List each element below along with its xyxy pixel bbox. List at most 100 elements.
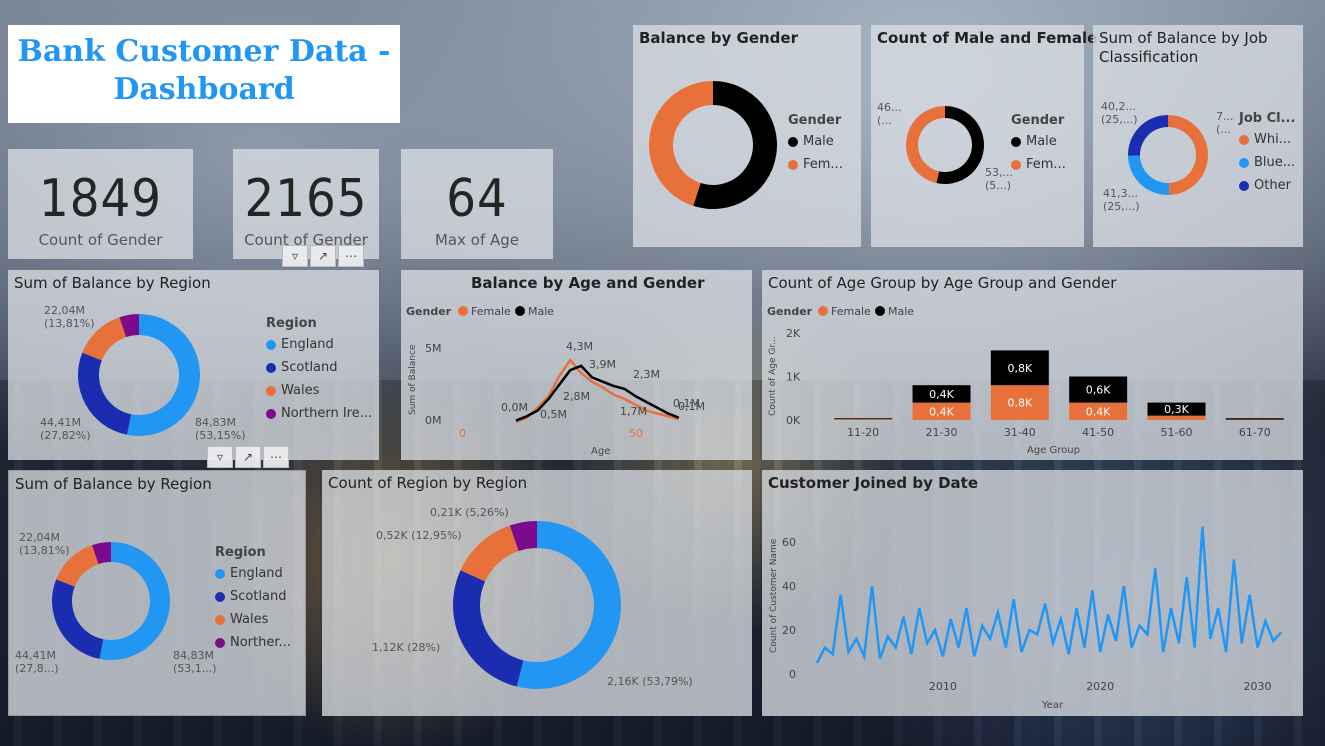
count-region-panel[interactable]: Count of Region by Region 0,21K (5,26%) … (322, 470, 752, 716)
donut-slice-white-collar[interactable] (1168, 115, 1208, 195)
data-label-england: 2,16K (53,79%) (607, 675, 693, 688)
legend-item-female[interactable]: Fem... (1011, 157, 1066, 172)
donut-slice-scotland[interactable] (51, 579, 104, 659)
legend-item-white-collar[interactable]: Whi... (1239, 132, 1295, 147)
legend: Gender Male Fem... (1011, 113, 1066, 172)
data-label: 2,3M (633, 368, 660, 381)
legend-item-northern-ireland[interactable]: Northern Ire... (266, 406, 372, 421)
y-axis-label: Sum of Balance (408, 344, 418, 415)
panel-title: Sum of Balance by Job Classification (1099, 29, 1268, 66)
panel-title: Sum of Balance by Region (15, 475, 212, 493)
bar-female-51-60[interactable] (1147, 415, 1206, 420)
x-tick-label: 21-30 (926, 426, 958, 439)
legend-item-wales[interactable]: Wales (215, 612, 291, 627)
data-label-male: 53,... (5...) (985, 166, 1013, 192)
kpi-card-count-gender-1[interactable]: 1849 Count of Gender (8, 149, 193, 259)
legend: Job Cl... Whi... Blue... Other (1239, 111, 1296, 193)
y-tick-label: 5M (425, 342, 442, 355)
balance-by-job-panel[interactable]: Sum of Balance by Job Classification 40,2… (1093, 25, 1303, 247)
count-age-group-bar-chart[interactable]: Gender Female Male 0K 1K 2K Count of Age Gr...… (762, 270, 1303, 460)
balance-by-region-panel-2[interactable]: Sum of Balance by Region 22,04M (13,81%) … (8, 470, 306, 716)
x-tick-label: 50 (629, 427, 643, 440)
balance-by-job-donut[interactable] (1127, 114, 1209, 196)
balance-by-age-line-chart[interactable]: Gender Female Male 5M 0M Sum of Balance 0 50 Age… (401, 270, 752, 460)
donut-slice-wales[interactable] (460, 525, 519, 582)
focus-mode-icon[interactable]: ↗ (310, 245, 336, 267)
x-tick-label: 2030 (1244, 680, 1272, 693)
legend-item-england[interactable]: England (215, 566, 291, 581)
more-options-icon[interactable]: ⋯ (338, 245, 364, 267)
count-age-group-panel[interactable]: Count of Age Group by Age Group and Gend… (762, 270, 1303, 460)
data-label-white-collar: 41,3... (25,...) (1103, 187, 1140, 213)
donut-slice-scotland[interactable] (453, 570, 524, 687)
data-label-wales: 0,52K (12,95%) (376, 529, 462, 542)
data-label: 1,7M (620, 405, 647, 418)
legend-item-male[interactable]: Male (888, 305, 914, 318)
y-tick-label: 60 (782, 536, 796, 549)
legend-dot-male (515, 306, 525, 316)
visual-header-controls-2: ▿ ↗ ⋯ (207, 446, 289, 468)
kpi-value: 1849 (38, 169, 163, 229)
balance-by-age-gender-panel[interactable]: Balance by Age and Gender Gender Female Ma… (401, 270, 752, 460)
legend-item-male[interactable]: Male (1011, 134, 1066, 149)
legend-dot-female (818, 306, 828, 316)
legend-item-other[interactable]: Other (1239, 178, 1295, 193)
data-label-female: 0,4K (1086, 405, 1111, 418)
legend: Gender Male Fem... (788, 113, 843, 172)
kpi-card-max-age[interactable]: 64 Max of Age (401, 149, 553, 259)
balance-by-gender-donut[interactable] (648, 80, 778, 210)
data-label-female: 0,8K (1007, 397, 1032, 410)
legend-item-female[interactable]: Fem... (788, 157, 843, 172)
x-tick-label: 61-70 (1239, 426, 1271, 439)
data-label: 2,8M (563, 390, 590, 403)
legend-dot-male (875, 306, 885, 316)
balance-by-region-donut-1[interactable] (77, 313, 201, 437)
balance-by-region-donut-2[interactable] (51, 541, 171, 661)
bar-female-11-20[interactable] (834, 419, 893, 420)
focus-mode-icon[interactable]: ↗ (235, 446, 261, 468)
count-male-female-panel[interactable]: Count of Male and Female 46... (... 53,..… (871, 25, 1097, 247)
legend-item-blue-collar[interactable]: Blue... (1239, 155, 1295, 170)
balance-by-region-panel-1[interactable]: Sum of Balance by Region 22,04M (13,81%) … (8, 270, 379, 460)
x-tick-label: 2020 (1086, 680, 1114, 693)
data-label-wales: 22,04M (13,81%) (44, 304, 95, 330)
data-label-male: 0,8K (1007, 362, 1032, 375)
bar-male-61-70[interactable] (1225, 418, 1284, 420)
x-tick-label: 11-20 (847, 426, 879, 439)
panel-title: Balance by Gender (639, 29, 798, 47)
panel-title: Count of Region by Region (328, 474, 528, 492)
customer-joined-panel[interactable]: Customer Joined by Date 0 20 40 60 2010 2020 2… (762, 470, 1303, 716)
data-label-male: 0,6K (1086, 384, 1111, 397)
legend: Region England Scotland Wales Northern I… (266, 316, 373, 421)
count-region-donut[interactable] (452, 520, 622, 690)
legend-item-england[interactable]: England (266, 337, 372, 352)
data-label: 3,9M (589, 358, 616, 371)
y-axis-label: Count of Customer Name (769, 538, 779, 653)
legend-item-male[interactable]: Male (788, 134, 843, 149)
legend-item-female[interactable]: Female (831, 305, 871, 318)
x-axis-label: Age Group (1027, 445, 1080, 456)
filter-icon[interactable]: ▿ (207, 446, 233, 468)
filter-icon[interactable]: ▿ (282, 245, 308, 267)
legend-item-northern-ireland[interactable]: Norther... (215, 635, 291, 650)
legend-item-female[interactable]: Female (471, 305, 511, 318)
kpi-card-count-gender-2[interactable]: 2165 Count of Gender (233, 149, 379, 259)
count-male-female-donut[interactable] (905, 105, 985, 185)
customer-joined-line-chart[interactable]: 0 20 40 60 2010 2020 2030 Count of Customer Nam… (762, 470, 1303, 716)
legend-item-scotland[interactable]: Scotland (266, 360, 372, 375)
x-axis-label: Year (1041, 700, 1064, 711)
series-line-count[interactable] (815, 526, 1283, 664)
y-tick-label: 40 (782, 580, 796, 593)
legend-item-wales[interactable]: Wales (266, 383, 372, 398)
data-label-scotland: 44,41M (27,8...) (15, 649, 59, 675)
x-axis-label: Age (591, 446, 610, 457)
legend-item-scotland[interactable]: Scotland (215, 589, 291, 604)
x-tick-label: 0 (459, 427, 466, 440)
more-options-icon[interactable]: ⋯ (263, 446, 289, 468)
kpi-value: 64 (446, 169, 508, 229)
balance-by-gender-panel[interactable]: Balance by Gender Gender Male Fem... (633, 25, 861, 247)
y-axis-label: Count of Age Gr... (768, 336, 778, 416)
legend-item-male[interactable]: Male (528, 305, 554, 318)
bar-male-11-20[interactable] (834, 418, 893, 420)
data-label-male: 0,4K (929, 388, 954, 401)
